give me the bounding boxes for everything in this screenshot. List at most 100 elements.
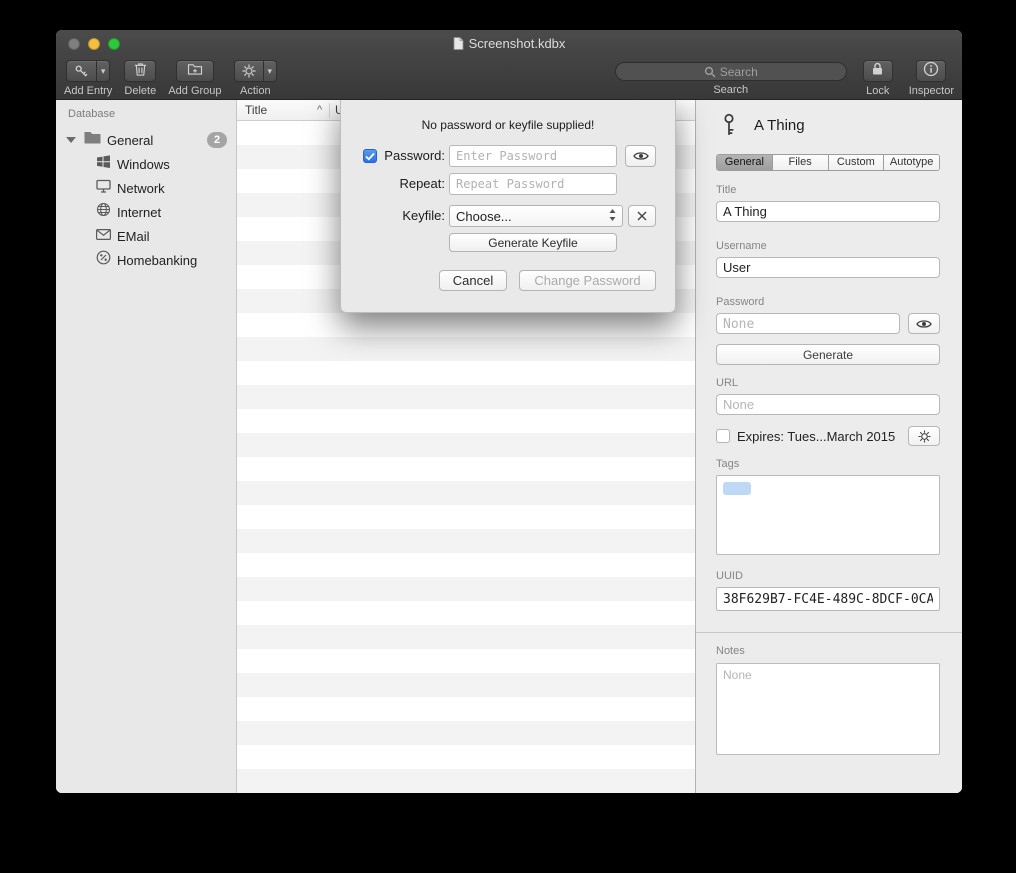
search-placeholder: Search xyxy=(720,65,758,79)
sheet-message: No password or keyfile supplied! xyxy=(341,118,675,132)
expires-label: Expires: Tues...March 2015 xyxy=(737,429,895,444)
titlebar[interactable]: Screenshot.kdbx xyxy=(56,30,962,57)
sidebar-item-homebanking[interactable]: Homebanking xyxy=(56,248,236,272)
content-area: Database General 2 Windows Network xyxy=(56,100,962,793)
reveal-password-button[interactable] xyxy=(908,313,940,334)
tags-box[interactable] xyxy=(716,475,940,555)
entry-title: A Thing xyxy=(754,117,805,134)
url-label: URL xyxy=(716,377,738,389)
inspector-tabs: General Files Custom Autotype xyxy=(716,154,940,171)
clear-keyfile-button[interactable] xyxy=(628,205,656,227)
keyfile-popup[interactable]: Choose... xyxy=(449,205,623,227)
toolbar-item-delete: Delete xyxy=(124,60,156,97)
action-button[interactable]: ▾ xyxy=(234,60,278,82)
sidebar-item-email[interactable]: EMail xyxy=(56,224,236,248)
keyfile-label: Keyfile: xyxy=(379,205,445,227)
window-title-area: Screenshot.kdbx xyxy=(56,30,962,57)
toolbar: ▾ Add Entry Delete xyxy=(56,57,962,100)
sidebar-group-general[interactable]: General 2 xyxy=(56,128,236,152)
window-title: Screenshot.kdbx xyxy=(469,36,566,51)
windows-icon xyxy=(96,154,111,174)
inspector-panel: A Thing General Files Custom Autotype Ti… xyxy=(696,100,962,793)
tab-custom[interactable]: Custom xyxy=(828,155,884,170)
tab-files[interactable]: Files xyxy=(772,155,828,170)
sidebar-item-label: Windows xyxy=(117,157,170,172)
password-input[interactable] xyxy=(449,145,617,167)
folder-icon xyxy=(84,131,101,149)
action-dropdown[interactable]: ▾ xyxy=(263,61,277,81)
password-label: Password: xyxy=(379,145,445,167)
column-header-title[interactable]: Title xyxy=(245,100,267,120)
tag-chip[interactable] xyxy=(723,482,751,495)
close-icon xyxy=(637,211,647,221)
delete-button[interactable] xyxy=(124,60,156,82)
generate-password-button[interactable]: Generate xyxy=(716,344,940,365)
eye-icon xyxy=(916,318,932,330)
username-field[interactable] xyxy=(716,257,940,278)
percent-icon xyxy=(96,250,111,270)
app-window: Screenshot.kdbx ▾ Add Entry xyxy=(56,30,962,793)
toolbar-item-search: Search Search xyxy=(615,60,847,96)
add-entry-dropdown[interactable]: ▾ xyxy=(96,61,110,81)
expires-checkbox[interactable] xyxy=(716,429,730,443)
add-group-button[interactable] xyxy=(176,60,214,82)
add-group-label: Add Group xyxy=(168,85,221,97)
column-divider[interactable] xyxy=(329,103,330,118)
password-field[interactable] xyxy=(716,313,900,334)
search-label: Search xyxy=(713,84,748,96)
document-icon xyxy=(453,37,464,50)
lock-button[interactable] xyxy=(863,60,893,82)
gear-icon xyxy=(235,61,263,81)
search-input[interactable]: Search xyxy=(615,62,847,81)
key-icon xyxy=(720,113,738,142)
lock-icon xyxy=(871,61,884,81)
chevron-down-icon: ▾ xyxy=(268,67,273,76)
globe-icon xyxy=(96,202,111,222)
repeat-label: Repeat: xyxy=(379,173,445,195)
entry-count-badge: 2 xyxy=(207,132,227,148)
sidebar-section-header: Database xyxy=(68,108,115,120)
gear-icon xyxy=(918,430,931,443)
generate-keyfile-button[interactable]: Generate Keyfile xyxy=(449,233,617,252)
trash-icon xyxy=(134,62,147,81)
cancel-button[interactable]: Cancel xyxy=(439,270,507,291)
sidebar-item-internet[interactable]: Internet xyxy=(56,200,236,224)
tab-general[interactable]: General xyxy=(717,155,772,170)
disclosure-triangle-icon[interactable] xyxy=(66,137,76,143)
popup-chevrons-icon xyxy=(609,209,616,224)
add-entry-label: Add Entry xyxy=(64,85,112,97)
reveal-password-button[interactable] xyxy=(625,145,656,167)
title-label: Title xyxy=(716,184,736,196)
sidebar-item-label: Network xyxy=(117,181,165,196)
folder-plus-icon xyxy=(187,62,203,80)
delete-label: Delete xyxy=(124,85,156,97)
url-field[interactable] xyxy=(716,394,940,415)
chevron-down-icon: ▾ xyxy=(101,67,106,76)
tags-label: Tags xyxy=(716,458,739,470)
window-chrome: Screenshot.kdbx ▾ Add Entry xyxy=(56,30,962,100)
network-icon xyxy=(96,179,111,198)
key-icon xyxy=(67,61,96,81)
expires-settings-button[interactable] xyxy=(908,426,940,446)
uuid-label: UUID xyxy=(716,570,743,582)
sidebar: Database General 2 Windows Network xyxy=(56,100,237,793)
repeat-password-input[interactable] xyxy=(449,173,617,195)
change-password-button[interactable]: Change Password xyxy=(519,270,656,291)
inspector-button[interactable] xyxy=(916,60,946,82)
sidebar-item-label: Internet xyxy=(117,205,161,220)
notes-label: Notes xyxy=(716,645,745,657)
toolbar-item-inspector: Inspector xyxy=(909,60,954,97)
title-field[interactable] xyxy=(716,201,940,222)
inspector-label: Inspector xyxy=(909,85,954,97)
tab-autotype[interactable]: Autotype xyxy=(883,155,939,170)
lock-label: Lock xyxy=(866,85,889,97)
sidebar-item-network[interactable]: Network xyxy=(56,176,236,200)
add-entry-button[interactable]: ▾ xyxy=(66,60,111,82)
sidebar-item-windows[interactable]: Windows xyxy=(56,152,236,176)
sidebar-item-label: EMail xyxy=(117,229,150,244)
uuid-field[interactable] xyxy=(716,587,940,611)
notes-field[interactable] xyxy=(716,663,940,755)
eye-icon xyxy=(633,150,649,162)
desktop: Screenshot.kdbx ▾ Add Entry xyxy=(0,0,1016,873)
password-checkbox[interactable] xyxy=(363,149,377,163)
